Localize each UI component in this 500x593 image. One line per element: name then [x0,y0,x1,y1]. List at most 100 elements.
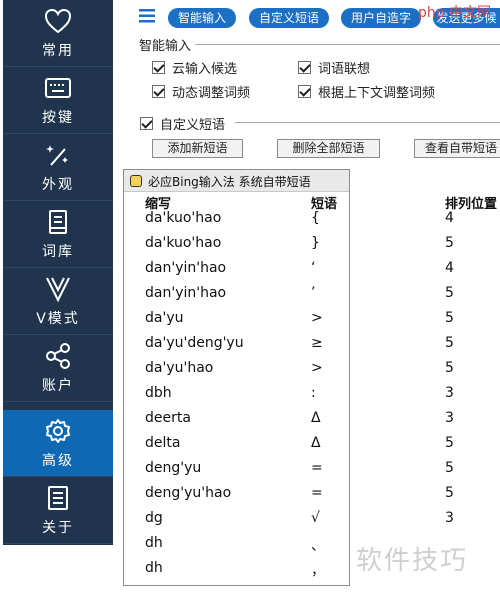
cell-abbreviation: delta [145,435,181,451]
sidebar: 常用 按键 外观 词库 V模式 账户 高级 关于 [3,0,113,545]
checkbox-cloud-candidates[interactable]: 云输入候选 [152,58,237,77]
checkbox-box[interactable] [152,61,165,74]
table-row[interactable]: deerta Δ 3 [123,408,500,433]
cell-phrase: = [311,460,323,476]
cell-phrase: } [311,235,320,251]
cell-phrase: 、 [311,538,325,554]
window-titlebar[interactable]: 必应Bing输入法 系统自带短语 [124,170,349,192]
table-row[interactable]: da'kuo'hao { 4 [123,208,500,233]
checkbox-box[interactable] [298,85,311,98]
sidebar-item-lexicon[interactable]: 词库 [3,201,113,268]
table-row[interactable]: delta Δ 5 [123,433,500,458]
cell-abbreviation: deerta [145,410,191,426]
sidebar-item-appearance[interactable]: 外观 [3,134,113,201]
cell-phrase: ≥ [311,335,323,351]
checkbox-dynamic-frequency[interactable]: 动态调整词频 [152,82,250,101]
document-icon [48,485,68,510]
cell-abbreviation: dan'yin'hao [145,285,227,301]
cell-abbreviation: da'yu'deng'yu [145,335,244,351]
sidebar-item-account[interactable]: 账户 [3,335,113,402]
watermark-top: php 中文网 [418,5,492,21]
checkbox-label: 根据上下文调整词频 [318,86,436,101]
view-builtin-phrases-button[interactable]: 查看自带短语 [414,139,500,158]
table-row[interactable]: dg √ 3 [123,508,500,533]
sidebar-item-about[interactable]: 关于 [3,477,113,544]
table-row[interactable]: deng'yu'hao = 5 [123,483,500,508]
table-row[interactable]: da'yu > 5 [123,308,500,333]
sidebar-item-label: 词库 [42,243,74,260]
cell-abbreviation: dh [145,535,163,551]
tab-user-chars[interactable]: 用户自造字 [341,8,421,28]
delete-all-phrases-button[interactable]: 删除全部短语 [277,139,380,158]
share-nodes-icon [46,342,70,369]
cell-position: 5 [445,285,454,301]
tab-smart-input[interactable]: 智能输入 [168,8,236,28]
checkbox-box[interactable] [298,61,311,74]
checkbox-box[interactable] [152,85,165,98]
app-icon [130,175,142,187]
cell-phrase: ’ [311,285,316,301]
table-row[interactable]: da'yu'hao > 5 [123,358,500,383]
table-row[interactable]: dan'yin'hao ’ 5 [123,283,500,308]
cell-phrase: > [311,360,323,376]
cell-position: 5 [445,310,454,326]
cell-position: 3 [445,410,454,426]
cell-position: 3 [445,385,454,401]
cell-position: 5 [445,485,454,501]
cell-phrase: Δ [311,410,321,426]
cell-abbreviation: da'kuo'hao [145,235,222,251]
custom-phrase-group-title: 自定义短语 [160,118,226,133]
sidebar-item-keys[interactable]: 按键 [3,67,113,134]
checkbox-word-association[interactable]: 词语联想 [298,58,370,77]
sidebar-item-label: 关于 [42,519,74,536]
cell-abbreviation: da'yu'hao [145,360,214,376]
hamburger-menu-icon[interactable] [139,9,155,23]
checkbox-context-frequency[interactable]: 根据上下文调整词频 [298,82,435,101]
table-row[interactable]: dbh : 3 [123,383,500,408]
cell-abbreviation: deng'yu'hao [145,485,232,501]
sidebar-item-v-mode[interactable]: V模式 [3,268,113,335]
cell-position: 5 [445,435,454,451]
v-letter-icon [46,277,70,302]
cell-position: 4 [445,260,454,276]
cell-phrase: : [311,385,316,401]
cell-position: 5 [445,335,454,351]
sidebar-item-label: V模式 [36,310,80,327]
sidebar-item-label: 按键 [42,109,74,126]
heart-icon [44,8,72,33]
tab-custom-phrase[interactable]: 自定义短语 [249,8,329,28]
sidebar-item-common[interactable]: 常用 [3,0,113,67]
cell-phrase: ‘ [311,260,316,276]
table-row[interactable]: da'kuo'hao } 5 [123,233,500,258]
cell-position: 5 [445,460,454,476]
cell-phrase: ， [311,563,325,579]
checkbox-label: 词语联想 [318,62,371,77]
cell-abbreviation: da'kuo'hao [145,210,222,226]
watermark-bottom: 软件技巧 [356,546,469,576]
cell-phrase: Δ [311,435,321,451]
gear-icon [46,418,70,443]
cell-abbreviation: dg [145,510,163,526]
add-phrase-button[interactable]: 添加新短语 [152,139,243,158]
table-row[interactable]: deng'yu = 5 [123,458,500,483]
table-row[interactable]: da'yu'deng'yu ≥ 5 [123,333,500,358]
checkbox-custom-phrase[interactable]: 自定义短语 [140,114,225,133]
cell-abbreviation: dbh [145,385,172,401]
sidebar-item-label: 高级 [42,452,74,469]
cell-phrase: { [311,210,320,226]
cell-abbreviation: deng'yu [145,460,202,476]
table-row[interactable]: dan'yin'hao ‘ 4 [123,258,500,283]
cell-abbreviation: dh [145,560,163,576]
sidebar-item-label: 外观 [42,176,74,193]
sidebar-item-advanced[interactable]: 高级 [3,410,113,477]
checkbox-box[interactable] [140,117,153,130]
cell-position: 3 [445,510,454,526]
smart-input-group-title: 智能输入 [139,35,196,54]
cell-phrase: √ [311,510,320,526]
checkbox-label: 云输入候选 [172,62,238,77]
cell-position: 5 [445,235,454,251]
sidebar-item-label: 账户 [42,377,74,394]
phrase-table: 缩写 短语 排列位置 da'kuo'hao { 4 da'kuo'hao } 5… [123,191,500,586]
keyboard-icon [45,77,71,98]
cell-position: 5 [445,360,454,376]
